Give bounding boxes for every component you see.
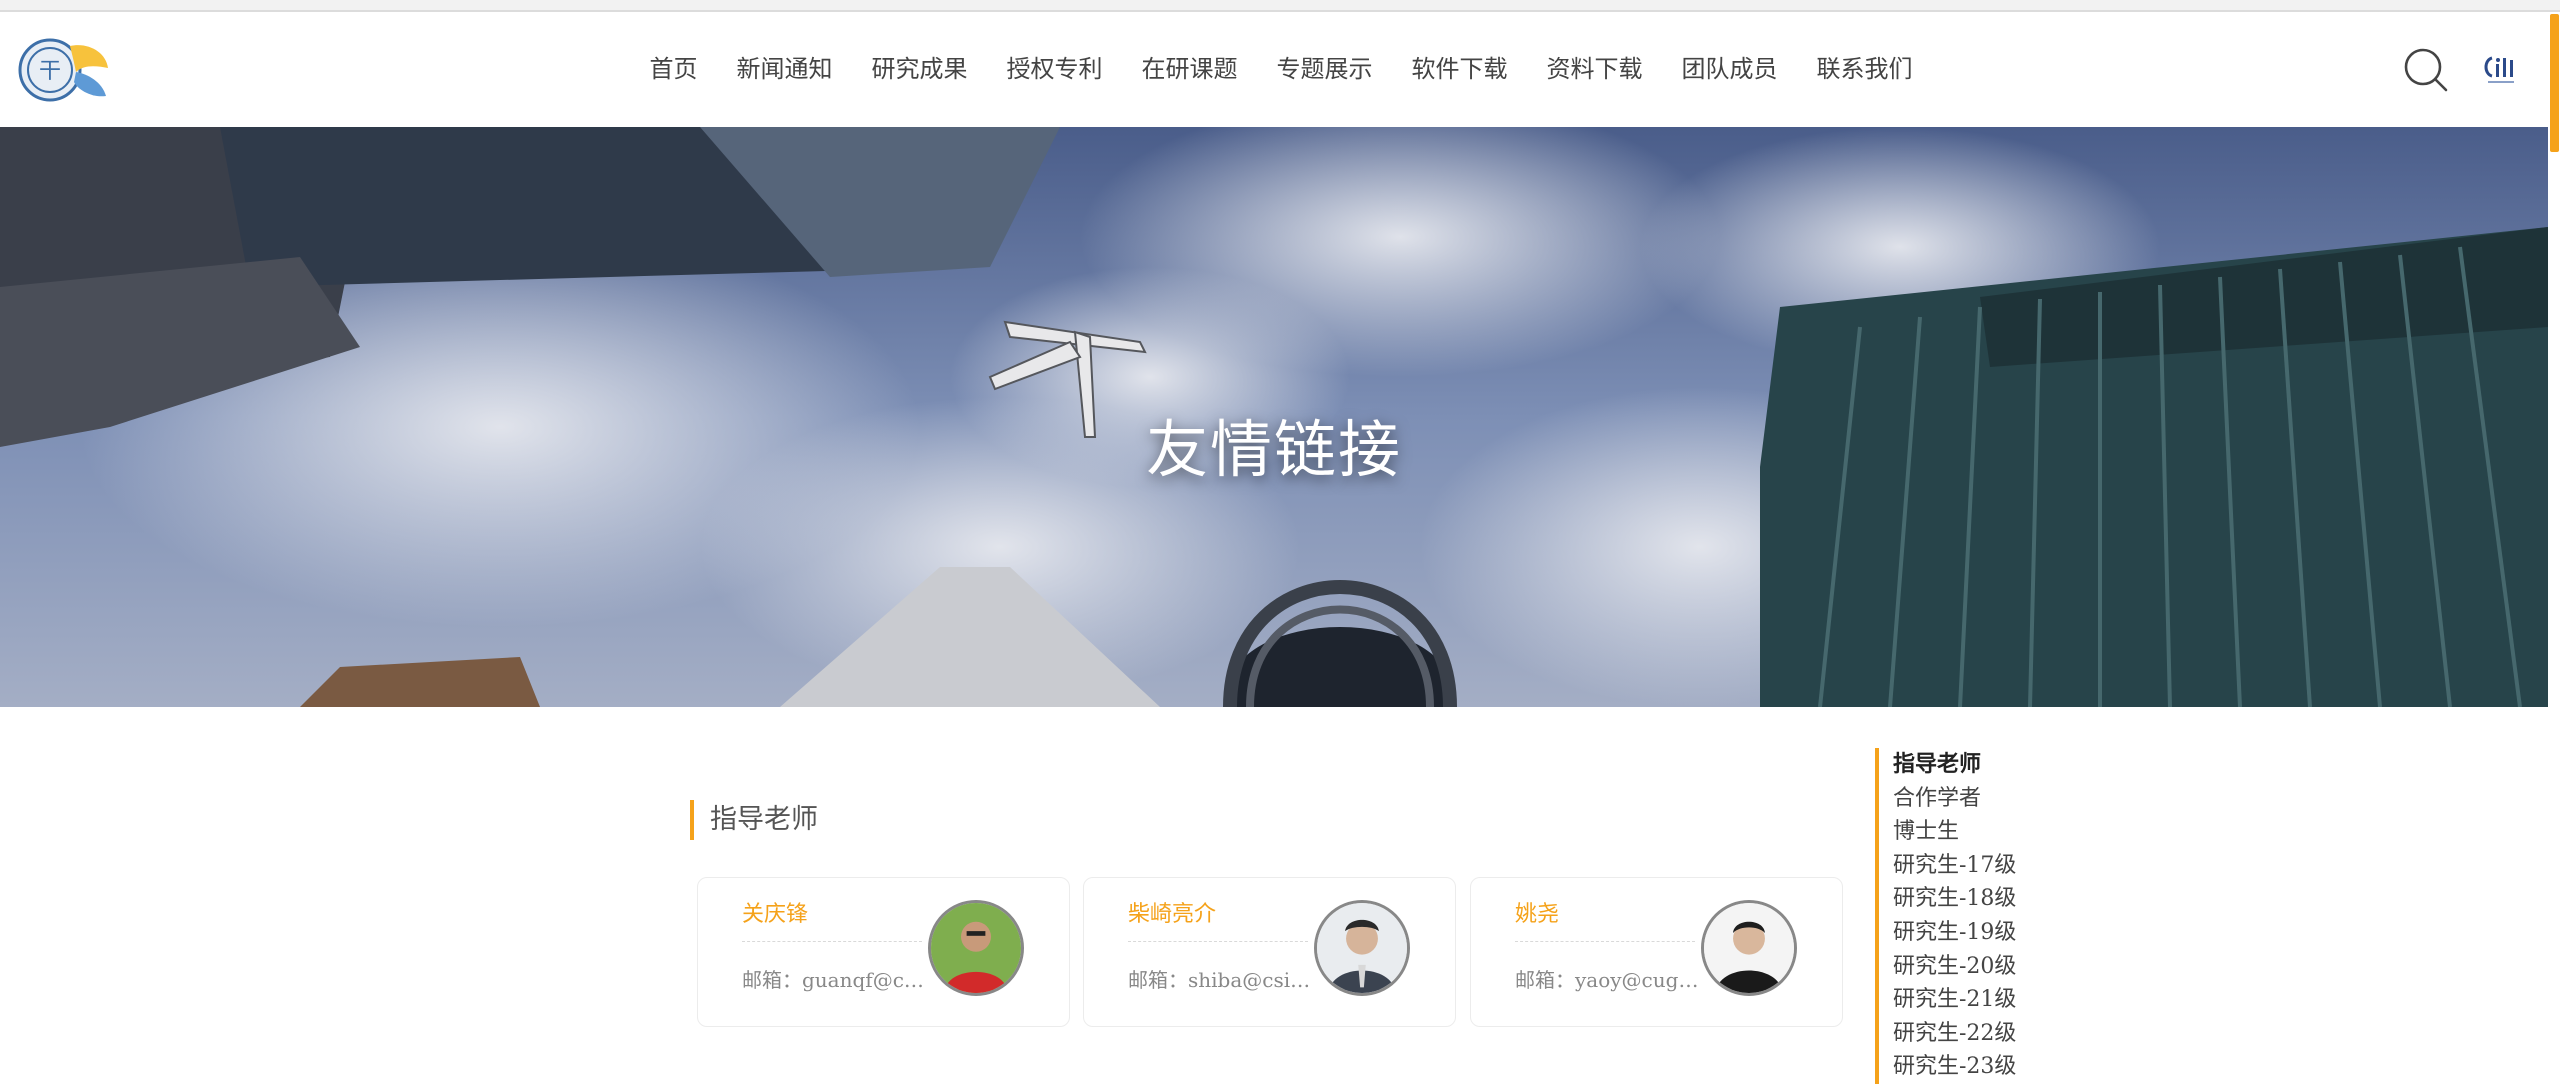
- avatar: [1701, 900, 1797, 996]
- sidebar-item-collaborators[interactable]: 合作学者: [1893, 782, 2105, 816]
- partner-logo[interactable]: [2480, 50, 2520, 90]
- section-title: 指导老师: [690, 800, 818, 840]
- sidebar-item-grad-19[interactable]: 研究生-19级: [1893, 916, 2105, 950]
- banner-title: 友情链接: [1145, 413, 1402, 486]
- site-header: 干 首页 新闻通知 研究成果 授权专利 在研课题 专题展示 软件下载 资料下载 …: [0, 12, 2548, 127]
- scrollbar-thumb[interactable]: [2550, 14, 2559, 152]
- person-name[interactable]: 柴崎亮介: [1128, 896, 1216, 928]
- person-email: 邮箱：guanqf@cug.edu.cn: [742, 968, 928, 992]
- person-name[interactable]: 姚尧: [1515, 896, 1559, 928]
- main-nav: 首页 新闻通知 研究成果 授权专利 在研课题 专题展示 软件下载 资料下载 团队…: [0, 12, 2548, 127]
- nav-software[interactable]: 软件下载: [1392, 12, 1527, 127]
- sidebar-nav: 指导老师 合作学者 博士生 研究生-17级 研究生-18级 研究生-19级 研究…: [1875, 748, 2105, 1084]
- browser-top-strip: [0, 0, 2560, 12]
- sidebar-item-grad-23[interactable]: 研究生-23级: [1893, 1050, 2105, 1084]
- card-divider: [742, 941, 922, 942]
- nav-home[interactable]: 首页: [630, 12, 717, 127]
- avatar: [928, 900, 1024, 996]
- card-divider: [1128, 941, 1308, 942]
- sidebar-item-grad-17[interactable]: 研究生-17级: [1893, 849, 2105, 883]
- person-card[interactable]: 姚尧 邮箱：yaoy@cug.edu.cn: [1470, 877, 1843, 1027]
- avatar: [1314, 900, 1410, 996]
- nav-projects[interactable]: 在研课题: [1122, 12, 1257, 127]
- sidebar-item-grad-18[interactable]: 研究生-18级: [1893, 882, 2105, 916]
- person-name[interactable]: 关庆锋: [742, 896, 808, 928]
- person-email: 邮箱：shiba@csis.u-tokyo.ac.jp: [1128, 968, 1314, 992]
- nav-team[interactable]: 团队成员: [1662, 12, 1797, 127]
- nav-news[interactable]: 新闻通知: [717, 12, 852, 127]
- card-divider: [1515, 941, 1695, 942]
- nav-topics[interactable]: 专题展示: [1257, 12, 1392, 127]
- nav-research[interactable]: 研究成果: [852, 12, 987, 127]
- sidebar-item-grad-21[interactable]: 研究生-21级: [1893, 983, 2105, 1017]
- scrollbar-track[interactable]: [2548, 12, 2560, 1078]
- sidebar-item-grad-22[interactable]: 研究生-22级: [1893, 1017, 2105, 1051]
- hero-banner: 友情链接: [0, 127, 2548, 707]
- sidebar-item-phd[interactable]: 博士生: [1893, 815, 2105, 849]
- person-email: 邮箱：yaoy@cug.edu.cn: [1515, 968, 1701, 992]
- sidebar-item-advisors[interactable]: 指导老师: [1893, 748, 2105, 782]
- person-card[interactable]: 柴崎亮介 邮箱：shiba@csis.u-tokyo.ac.jp: [1083, 877, 1456, 1027]
- nav-patents[interactable]: 授权专利: [987, 12, 1122, 127]
- person-card[interactable]: 关庆锋 邮箱：guanqf@cug.edu.cn: [697, 877, 1070, 1027]
- sidebar-item-grad-20[interactable]: 研究生-20级: [1893, 950, 2105, 984]
- nav-resources[interactable]: 资料下载: [1527, 12, 1662, 127]
- nav-contact[interactable]: 联系我们: [1797, 12, 1932, 127]
- search-icon[interactable]: [2402, 46, 2450, 94]
